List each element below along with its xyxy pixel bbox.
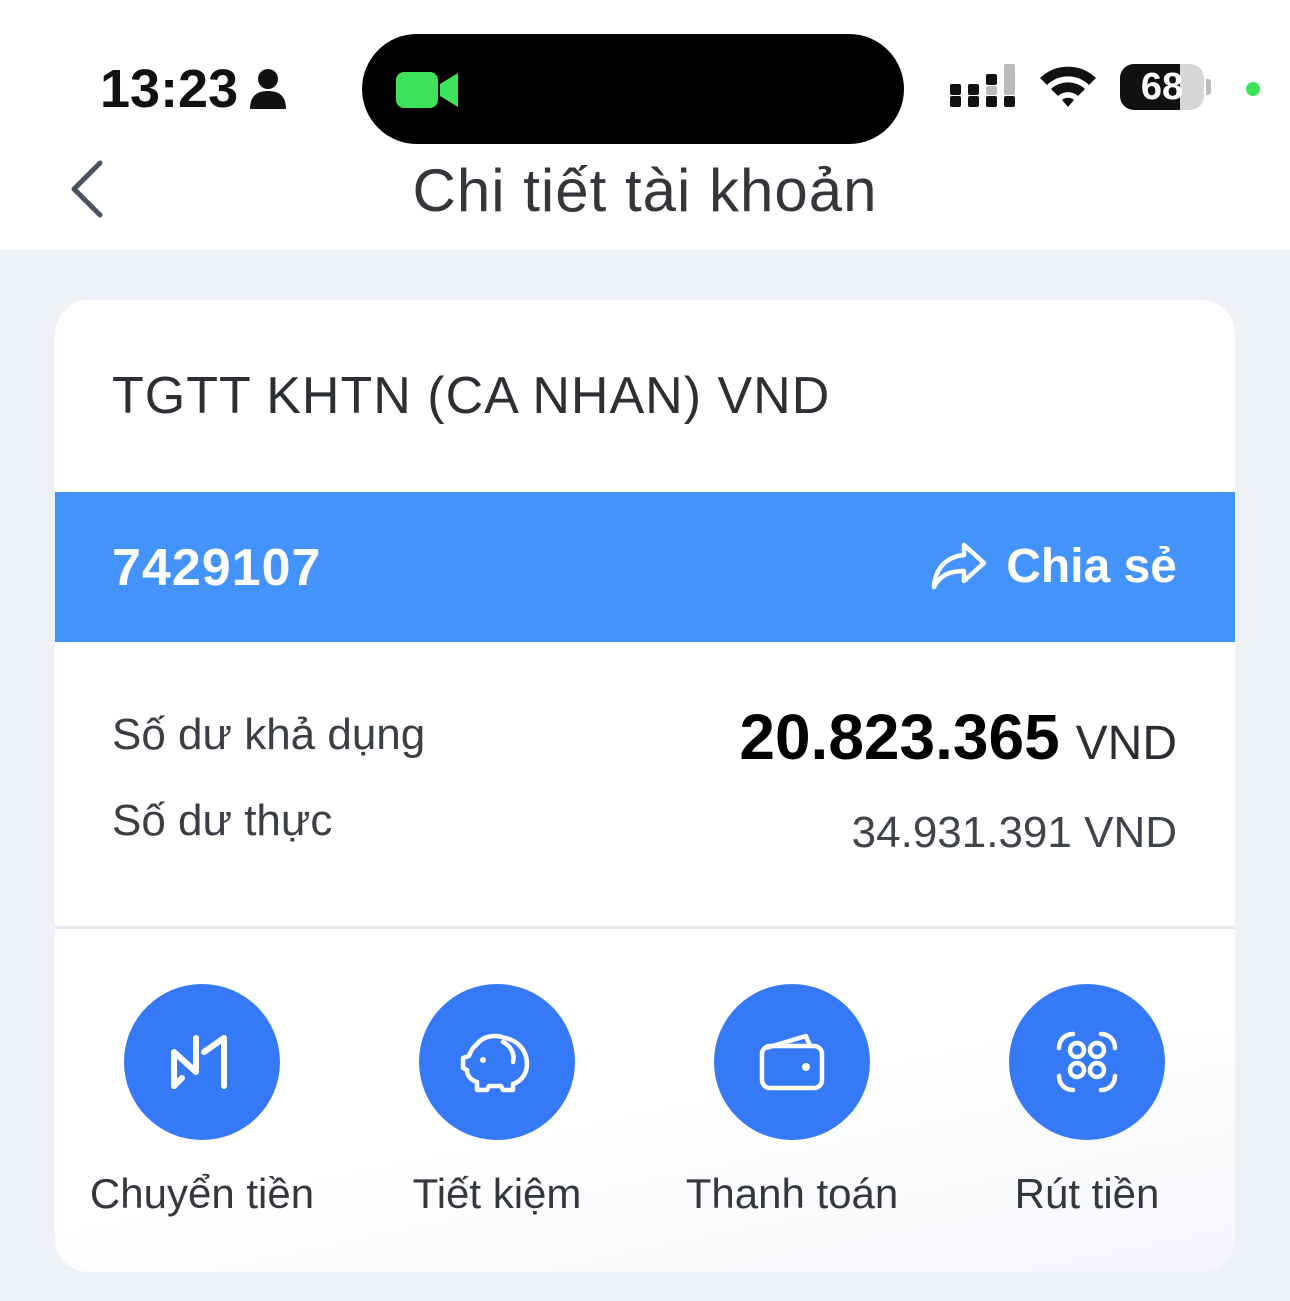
action-savings-circle	[419, 984, 575, 1140]
action-transfer-circle	[124, 984, 280, 1140]
share-button[interactable]: Chia sẻ	[930, 536, 1177, 596]
status-time-text: 13:23	[100, 59, 239, 119]
facetime-camera-icon	[396, 72, 458, 108]
piggy-bank-icon	[460, 1033, 530, 1093]
action-savings-label: Tiết kiệm	[412, 1170, 582, 1217]
share-arrow-icon	[932, 542, 987, 590]
top-header: 13:23 68 Chi tiết tài khoản	[0, 0, 1290, 250]
actual-balance-amount: 34.931.391 VND	[851, 808, 1177, 857]
dynamic-island	[362, 34, 904, 144]
qr-scan-icon	[1056, 1031, 1118, 1093]
status-indicators: 68	[948, 62, 1268, 112]
account-number-bar: 7429107 Chia sẻ	[55, 492, 1235, 642]
nav-bar: Chi tiết tài khoản	[0, 150, 1290, 230]
cellular-signal-icon	[950, 64, 1015, 107]
divider	[55, 926, 1235, 929]
person-icon	[250, 69, 287, 109]
share-label: Chia sẻ	[1006, 539, 1177, 593]
action-savings[interactable]: Tiết kiệm	[367, 984, 627, 1218]
action-payment[interactable]: Thanh toán	[662, 984, 922, 1218]
action-withdraw[interactable]: Rút tiền	[957, 984, 1217, 1218]
account-number: 7429107	[112, 539, 322, 597]
available-balance-label: Số dư khả dụng	[112, 710, 426, 759]
privacy-indicator-dot	[1246, 82, 1260, 96]
available-balance-currency: VND	[1075, 717, 1177, 770]
page-title: Chi tiết tài khoản	[412, 157, 878, 224]
action-withdraw-circle	[1009, 984, 1165, 1140]
action-transfer-label: Chuyển tiền	[89, 1170, 315, 1217]
available-balance-amount: 20.823.365	[739, 701, 1060, 773]
action-withdraw-label: Rút tiền	[1014, 1170, 1160, 1217]
actual-balance-label: Số dư thực	[112, 796, 333, 845]
account-card: TGTT KHTN (CA NHAN) VND 7429107 Chia sẻ …	[55, 300, 1235, 1272]
wifi-icon	[1040, 66, 1096, 107]
available-balance: 20.823.365 VND	[739, 700, 1177, 774]
wallet-icon	[759, 1033, 825, 1091]
battery-icon: 68	[1120, 64, 1212, 110]
action-transfer[interactable]: Chuyển tiền	[72, 984, 332, 1218]
battery-level: 68	[1140, 66, 1184, 108]
action-payment-circle	[714, 984, 870, 1140]
status-time: 13:23	[100, 58, 288, 120]
action-payment-label: Thanh toán	[685, 1170, 899, 1217]
transfer-icon	[171, 1035, 227, 1089]
account-name: TGTT KHTN (CA NHAN) VND	[112, 367, 831, 425]
